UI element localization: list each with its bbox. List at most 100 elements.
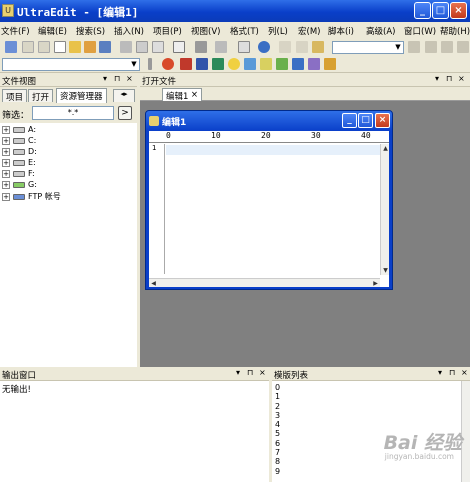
menu-edit[interactable]: 编辑(E) [38,25,67,37]
pane-menu-icon[interactable]: ▾ [438,368,442,377]
tree-item-g[interactable]: + G: [2,180,37,191]
print-icon[interactable] [120,41,132,53]
column-mode-icon[interactable] [195,41,207,53]
tree-item-a[interactable]: + A: [2,125,36,136]
document-maximize-button[interactable]: □ [358,113,373,128]
cut-icon[interactable] [279,41,291,53]
list-item[interactable]: 8 [275,457,280,466]
tab-project[interactable]: 项目 [2,89,28,103]
expand-icon[interactable]: + [2,147,10,156]
list-item[interactable]: 7 [275,448,280,457]
tree-item-e[interactable]: + E: [2,158,36,169]
list-item[interactable]: 5 [275,429,280,438]
tree-item-ftp[interactable]: + FTP 帐号 [2,191,61,202]
pin-icon[interactable]: ⊓ [114,74,120,83]
menu-file[interactable]: 文件(F) [1,25,30,37]
pane-close-icon[interactable]: × [458,74,465,83]
list-item[interactable]: 1 [275,392,280,401]
menu-macro[interactable]: 宏(M) [298,25,320,37]
hex-icon[interactable] [215,41,227,53]
menu-insert[interactable]: 插入(N) [114,25,144,37]
expand-icon[interactable]: + [2,158,10,167]
find-in-files-icon[interactable] [441,41,453,53]
replace-icon[interactable] [425,41,437,53]
help-icon[interactable] [244,58,256,70]
minimize-button[interactable]: _ [414,2,431,19]
filter-apply-button[interactable]: > [118,106,132,120]
menu-column[interactable]: 列(L) [268,25,288,37]
menu-help[interactable]: 帮助(H) [440,25,470,37]
pin-icon[interactable]: ⊓ [247,368,253,377]
list-item[interactable]: 3 [275,411,280,420]
list-item[interactable]: 2 [275,402,280,411]
find-icon[interactable] [408,41,420,53]
expand-icon[interactable]: + [2,169,10,178]
scroll-down-icon[interactable]: ▼ [381,266,390,275]
spell-icon[interactable] [180,58,192,70]
list-icon[interactable] [276,58,288,70]
menu-view[interactable]: 视图(V) [191,25,220,37]
document-icon[interactable] [238,41,250,53]
document-close-button[interactable]: × [375,113,390,128]
expand-icon[interactable]: + [2,125,10,134]
pane-menu-icon[interactable]: ▾ [236,368,240,377]
back-icon[interactable] [22,41,34,53]
note-icon[interactable] [260,58,272,70]
tools-icon[interactable] [308,58,320,70]
list-item[interactable]: 6 [275,439,280,448]
scroll-up-icon[interactable]: ▲ [381,144,390,153]
pin-icon[interactable]: ⊓ [446,74,452,83]
expand-icon[interactable]: + [2,136,10,145]
save-icon[interactable] [99,41,111,53]
clipboard-combo[interactable]: ▼ [332,41,404,54]
compare-icon[interactable] [212,58,224,70]
close-button[interactable]: × [450,2,467,19]
open-recent-icon[interactable] [84,41,96,53]
replace-in-files-icon[interactable] [457,41,469,53]
web-icon[interactable] [258,41,270,53]
print-preview-icon[interactable] [136,41,148,53]
pane-close-icon[interactable]: × [259,368,266,377]
menu-search[interactable]: 搜索(S) [76,25,105,37]
page-setup-icon[interactable] [152,41,164,53]
list-item[interactable]: 4 [275,420,280,429]
table-icon[interactable] [292,58,304,70]
tree-item-d[interactable]: + D: [2,147,37,158]
maximize-button[interactable]: □ [432,2,449,19]
menu-format[interactable]: 格式(T) [230,25,259,37]
refresh-icon[interactable] [162,58,174,70]
menu-window[interactable]: 窗口(W) [404,25,436,37]
word-icon[interactable] [196,58,208,70]
pane-close-icon[interactable]: × [461,368,468,377]
ultraedit-icon[interactable]: U [2,4,14,17]
tab-scroll-arrows[interactable]: ◂▸ [113,89,135,102]
forward-icon[interactable] [38,41,50,53]
menu-script[interactable]: 脚本(i) [328,25,354,37]
ftp-icon[interactable] [5,41,17,53]
expand-icon[interactable]: + [2,180,10,189]
menu-project[interactable]: 项目(P) [153,25,182,37]
tab-document-1[interactable]: 编辑1 × [162,88,202,102]
tree-item-c[interactable]: + C: [2,136,36,147]
function-list-combo[interactable]: ▼ [2,58,140,71]
tab-open[interactable]: 打开 [28,89,54,103]
filter-input[interactable]: *.* [32,106,114,120]
document-minimize-button[interactable]: _ [342,113,357,128]
scroll-right-icon[interactable]: ▶ [371,279,380,288]
open-folder-icon[interactable] [69,41,81,53]
macro-icon[interactable] [324,58,336,70]
pane-menu-icon[interactable]: ▾ [103,74,107,83]
text-editing-area[interactable] [166,145,382,155]
copy-icon[interactable] [296,41,308,53]
lightbulb-icon[interactable] [228,58,240,70]
expand-icon[interactable]: + [2,192,10,201]
list-item[interactable]: 0 [275,383,280,392]
paste-icon[interactable] [312,41,324,53]
tab-close-icon[interactable]: × [191,90,198,100]
pin-icon[interactable]: ⊓ [449,368,455,377]
menu-advanced[interactable]: 高级(A) [366,25,395,37]
new-file-icon[interactable] [54,41,66,53]
horizontal-scrollbar[interactable]: ◀ ▶ [149,278,380,287]
word-wrap-icon[interactable] [173,41,185,53]
pane-close-icon[interactable]: × [126,74,133,83]
